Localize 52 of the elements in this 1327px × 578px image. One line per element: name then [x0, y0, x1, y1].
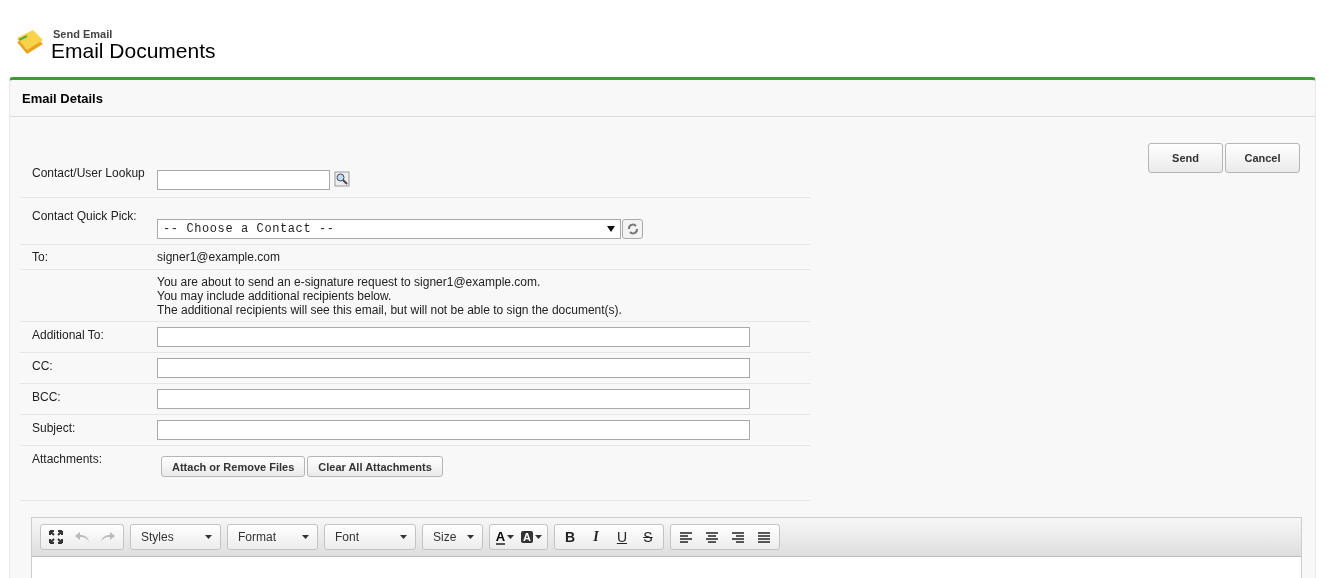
align-icon [731, 531, 744, 543]
format-button[interactable]: B [556, 525, 583, 549]
toolbar-dropdown[interactable]: Styles [130, 524, 221, 550]
input-field[interactable] [157, 358, 750, 378]
refresh-button[interactable] [622, 219, 643, 239]
caret-icon [534, 535, 542, 539]
notice-text: The additional recipients will see this email, but will not be able to sign the document(s). [157, 303, 622, 317]
input-field[interactable] [157, 389, 750, 409]
field-label: CC: [31, 358, 54, 375]
caret-icon [507, 535, 515, 539]
field-label: Contact/User Lookup [31, 165, 146, 182]
field-label: Subject: [31, 420, 77, 437]
field-label: BCC: [31, 389, 62, 406]
field-label: Additional To: [31, 327, 105, 344]
toolbar-dropdown[interactable]: Format [227, 524, 318, 550]
action-button[interactable]: Send [1148, 143, 1223, 173]
input-field[interactable] [157, 327, 750, 347]
caret-icon [302, 535, 309, 539]
caret-icon [205, 535, 212, 539]
action-button[interactable]: Cancel [1225, 143, 1300, 173]
caret-icon [400, 535, 407, 539]
undo-icon [74, 531, 90, 543]
background-color-button[interactable]: A [518, 525, 545, 549]
align-icon [757, 531, 770, 543]
input-field[interactable] [157, 420, 750, 440]
notice-text: You are about to send an e-signature request to signer1@example.com. [157, 275, 541, 289]
redo-icon [100, 531, 116, 543]
toolbar-dropdown[interactable]: Font [324, 524, 416, 550]
lookup-field[interactable] [157, 170, 330, 190]
caret-icon [467, 535, 474, 539]
caret-icon [607, 226, 615, 232]
field-label: Contact Quick Pick: [31, 208, 138, 225]
search-icon[interactable] [334, 171, 350, 187]
attachment-button[interactable]: Clear All Attachments [307, 456, 443, 477]
page-subtitle: Send Email [53, 28, 114, 40]
align-icon [679, 531, 692, 543]
text-color-button[interactable]: A [492, 525, 518, 549]
contact-select[interactable]: -- Choose a Contact -- [157, 219, 621, 239]
refresh-icon [625, 222, 640, 236]
toolbar-dropdown[interactable]: Size [422, 524, 483, 550]
field-label: To: [31, 250, 49, 264]
format-button[interactable]: I [582, 525, 609, 549]
notice-text: You may include additional recipients below. [157, 289, 392, 303]
recipient-email: signer1@example.com [157, 250, 280, 264]
attachment-button[interactable]: Attach or Remove Files [161, 456, 306, 477]
maximize-icon [49, 530, 63, 544]
page-title: Email Documents [51, 40, 216, 62]
field-label: Attachments: [31, 451, 104, 468]
panel-title: Email Details [22, 90, 103, 106]
format-button[interactable]: S [634, 525, 661, 549]
align-icon [705, 531, 718, 543]
format-button[interactable]: U [608, 525, 635, 549]
